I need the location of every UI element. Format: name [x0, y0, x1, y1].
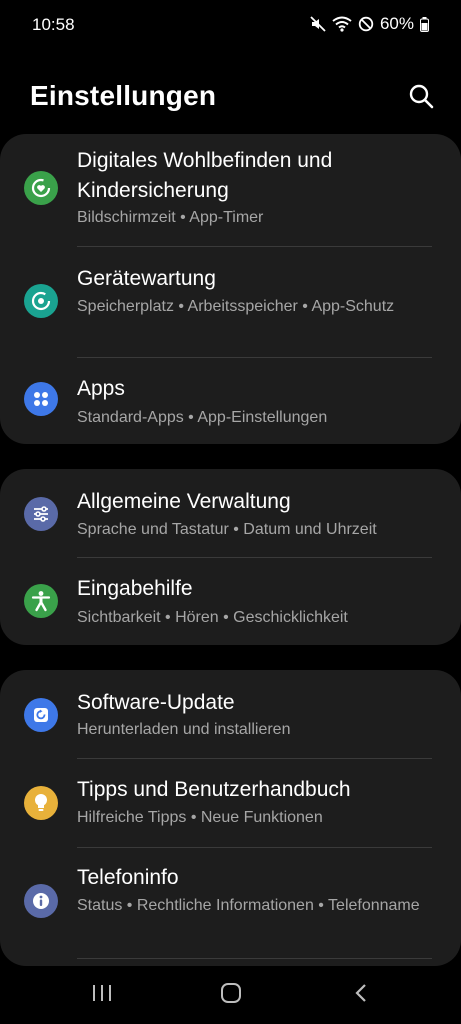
item-title: Tipps und Benutzerhandbuch: [77, 778, 351, 801]
item-title: Eingabehilfe: [77, 577, 193, 600]
dnd-icon: [358, 16, 374, 32]
recents-icon: [93, 985, 111, 1001]
settings-item-software-update[interactable]: Software-Update Herunterladen und instal…: [0, 670, 461, 758]
item-title: Apps: [77, 377, 125, 400]
item-subtitle: Speicherplatz • Arbeitsspeicher • App-Sc…: [77, 298, 395, 315]
item-subtitle: Standard-Apps • App-Einstellungen: [77, 409, 328, 426]
settings-item-device-care[interactable]: Gerätewartung Speicherplatz • Arbeitsspe…: [0, 247, 461, 357]
item-title: Software-Update: [77, 691, 235, 714]
item-subtitle: Hilfreiche Tipps • Neue Funktionen: [77, 809, 323, 826]
sliders-icon: [24, 497, 58, 531]
apps-icon: [24, 382, 58, 416]
item-title: Gerätewartung: [77, 267, 216, 290]
recents-button[interactable]: [90, 982, 114, 1009]
item-subtitle: Herunterladen und installieren: [77, 721, 291, 738]
settings-group-3: Software-Update Herunterladen und instal…: [0, 670, 461, 966]
settings-group-2: Allgemeine Verwaltung Sprache und Tastat…: [0, 469, 461, 645]
item-subtitle: Bildschirmzeit • App-Timer: [77, 209, 264, 226]
wellbeing-icon: [24, 171, 58, 205]
divider: [77, 958, 432, 959]
battery-text: 60%: [379, 14, 414, 33]
accessibility-icon: [24, 584, 58, 618]
status-bar: 10:58 60%: [0, 0, 461, 50]
settings-item-apps[interactable]: Apps Standard-Apps • App-Einstellungen: [0, 358, 461, 444]
settings-item-wellbeing[interactable]: Digitales Wohlbefinden und Kindersicheru…: [0, 134, 461, 246]
settings-item-tips[interactable]: Tipps und Benutzerhandbuch Hilfreiche Ti…: [0, 759, 461, 847]
home-button[interactable]: [219, 982, 243, 1009]
wifi-icon: [332, 16, 352, 32]
status-icons: 60%: [310, 14, 429, 34]
back-button[interactable]: [350, 982, 374, 1009]
back-icon: [355, 984, 366, 1002]
search-button[interactable]: [407, 82, 435, 110]
update-icon: [24, 698, 58, 732]
search-icon: [409, 84, 434, 109]
item-title: Allgemeine Verwaltung: [77, 490, 291, 513]
info-icon: [24, 884, 58, 918]
mute-icon: [310, 16, 326, 32]
home-icon: [221, 983, 241, 1003]
device-care-icon: [24, 284, 58, 318]
navigation-bar: [0, 968, 461, 1024]
lightbulb-icon: [24, 786, 58, 820]
item-subtitle: Status • Rechtliche Informationen • Tele…: [77, 897, 420, 914]
settings-item-general-management[interactable]: Allgemeine Verwaltung Sprache und Tastat…: [0, 469, 461, 557]
settings-group-1: Digitales Wohlbefinden und Kindersicheru…: [0, 134, 461, 444]
battery-icon: [420, 16, 429, 32]
page-title: Einstellungen: [30, 80, 217, 111]
settings-item-phone-info[interactable]: Telefoninfo Status • Rechtliche Informat…: [0, 848, 461, 958]
item-subtitle: Sichtbarkeit • Hören • Geschicklichkeit: [77, 609, 348, 626]
item-subtitle: Sprache und Tastatur • Datum und Uhrzeit: [77, 521, 377, 538]
item-title: Digitales Wohlbefinden und Kindersicheru…: [77, 149, 333, 202]
status-time: 10:58: [32, 15, 75, 34]
item-title: Telefoninfo: [77, 866, 179, 889]
settings-item-accessibility[interactable]: Eingabehilfe Sichtbarkeit • Hören • Gesc…: [0, 558, 461, 645]
